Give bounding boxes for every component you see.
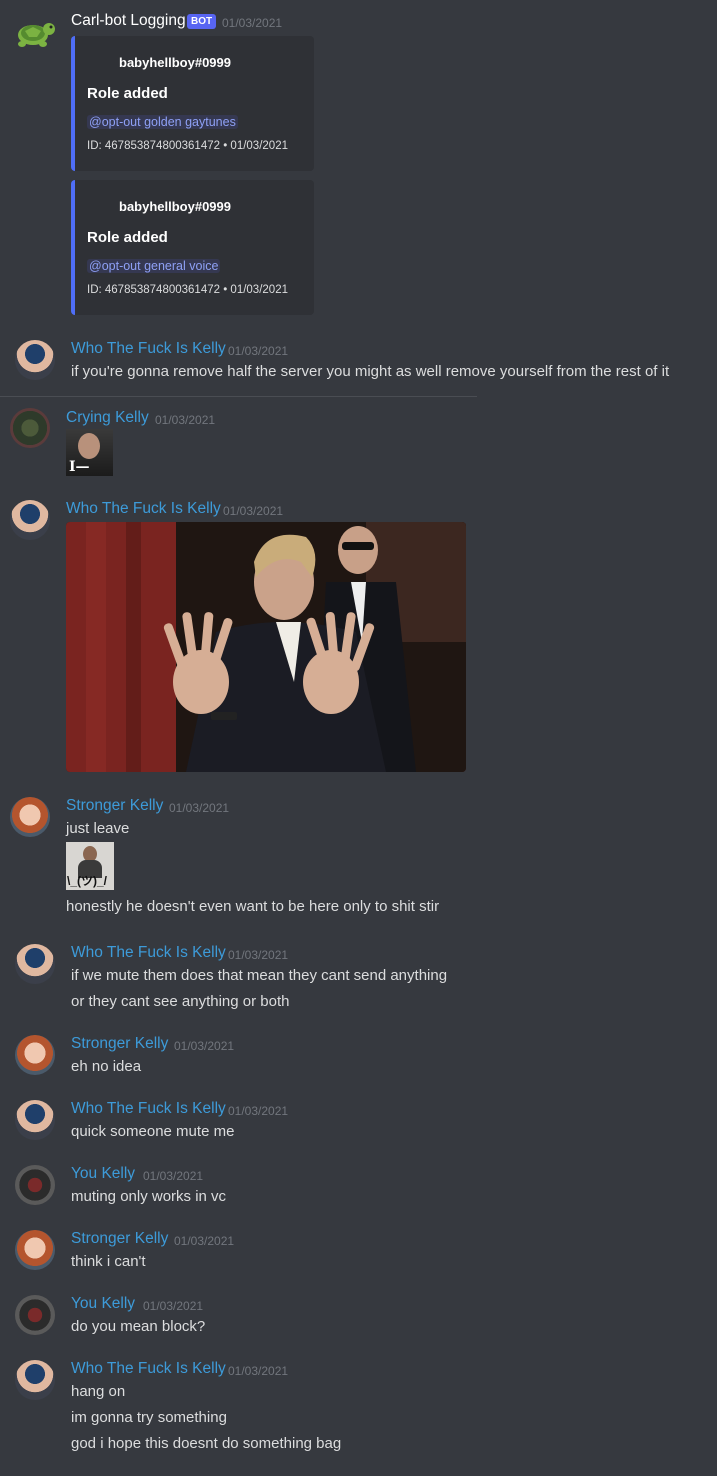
user-avatar[interactable] (10, 500, 50, 540)
user-avatar[interactable] (15, 340, 55, 380)
user-avatar[interactable] (15, 1360, 55, 1400)
user-avatar[interactable] (10, 797, 50, 837)
gif-image[interactable] (66, 522, 466, 772)
message-text: honestly he doesn't even want to be here… (66, 898, 440, 915)
user-avatar[interactable] (10, 408, 50, 448)
author-name[interactable]: Who The Fuck Is Kelly (71, 944, 226, 962)
role-mention[interactable]: @opt-out general voice (87, 259, 221, 273)
author-name[interactable]: Carl-bot Logging (71, 12, 186, 30)
message-divider (0, 396, 477, 397)
timestamp: 01/03/2021 (174, 1234, 235, 1248)
author-name[interactable]: Stronger Kelly (71, 1035, 168, 1053)
sticker-image[interactable]: I— (66, 429, 113, 476)
timestamp: 01/03/2021 (228, 948, 289, 962)
timestamp: 01/03/2021 (155, 413, 216, 427)
sticker-caption: \_(ツ)_/ (67, 874, 108, 888)
author-name[interactable]: Who The Fuck Is Kelly (71, 1100, 226, 1118)
author-name[interactable]: Stronger Kelly (66, 797, 163, 815)
message-text: just leave (66, 820, 130, 837)
author-name[interactable]: Stronger Kelly (71, 1230, 168, 1248)
embed-title: Role added (87, 85, 168, 102)
embed-footer: ID: 467853874800361472 • 01/03/2021 (87, 284, 288, 296)
author-name[interactable]: You Kelly (71, 1295, 135, 1313)
author-name[interactable]: Who The Fuck Is Kelly (71, 1360, 226, 1378)
message-text: hang on (71, 1383, 126, 1400)
message-text: im gonna try something (71, 1409, 227, 1426)
timestamp: 01/03/2021 (174, 1039, 235, 1053)
sticker-image[interactable]: \_(ツ)_/ (66, 842, 114, 890)
user-avatar[interactable] (15, 1295, 55, 1335)
author-name[interactable]: You Kelly (71, 1165, 135, 1183)
timestamp: 01/03/2021 (223, 504, 284, 518)
timestamp: 01/03/2021 (143, 1299, 204, 1313)
timestamp: 01/03/2021 (228, 1104, 289, 1118)
author-name[interactable]: Who The Fuck Is Kelly (66, 500, 221, 518)
turtle-icon[interactable] (13, 15, 55, 51)
message-text: if you're gonna remove half the server y… (71, 363, 670, 380)
embed-title: Role added (87, 229, 168, 246)
role-mention[interactable]: @opt-out golden gaytunes (87, 115, 238, 129)
timestamp: 01/03/2021 (228, 1364, 289, 1378)
user-avatar[interactable] (15, 1035, 55, 1075)
author-name[interactable]: Who The Fuck Is Kelly (71, 340, 226, 358)
embed-card: babyhellboy#0999 Role added @opt-out gol… (71, 36, 314, 171)
timestamp: 01/03/2021 (143, 1169, 204, 1183)
message-text: if we mute them does that mean they cant… (71, 967, 448, 984)
embed-card: babyhellboy#0999 Role added @opt-out gen… (71, 180, 314, 315)
embed-author[interactable]: babyhellboy#0999 (119, 199, 231, 214)
message-text: think i can't (71, 1253, 146, 1270)
embed-footer: ID: 467853874800361472 • 01/03/2021 (87, 140, 288, 152)
message-text: or they cant see anything or both (71, 993, 290, 1010)
message-text: muting only works in vc (71, 1188, 227, 1205)
user-avatar[interactable] (15, 1100, 55, 1140)
message-text: do you mean block? (71, 1318, 206, 1335)
user-avatar[interactable] (15, 1165, 55, 1205)
message-text: quick someone mute me (71, 1123, 235, 1140)
timestamp: 01/03/2021 (169, 801, 230, 815)
user-avatar[interactable] (15, 1230, 55, 1270)
bot-badge: BOT (187, 14, 217, 29)
message-text: eh no idea (71, 1058, 142, 1075)
user-avatar[interactable] (15, 944, 55, 984)
message-text: god i hope this doesnt do something bag (71, 1435, 342, 1452)
author-name[interactable]: Crying Kelly (66, 409, 149, 427)
timestamp: 01/03/2021 (228, 344, 289, 358)
embed-author[interactable]: babyhellboy#0999 (119, 55, 231, 70)
timestamp: 01/03/2021 (222, 16, 283, 30)
sticker-caption: I— (69, 459, 90, 475)
